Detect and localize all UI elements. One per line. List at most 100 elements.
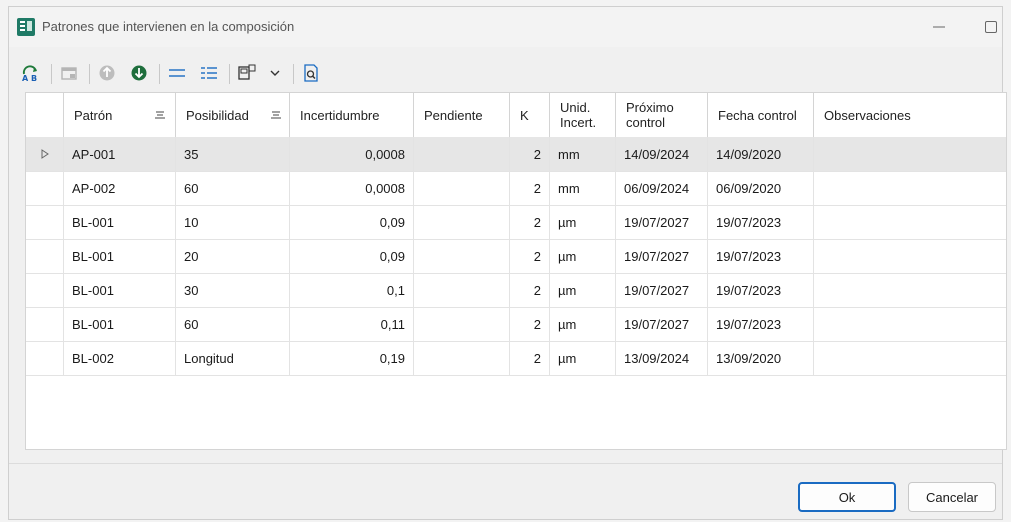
- cell-posibilidad[interactable]: 30: [176, 273, 290, 307]
- cell-incertidumbre[interactable]: 0,09: [290, 205, 414, 239]
- cell-fecha[interactable]: 19/07/2023: [708, 205, 814, 239]
- cell-k[interactable]: 2: [510, 171, 550, 205]
- cell-patron[interactable]: AP-001: [64, 137, 176, 171]
- column-header-posibilidad[interactable]: Posibilidad: [176, 93, 290, 137]
- cell-posibilidad[interactable]: 10: [176, 205, 290, 239]
- window-icon[interactable]: [57, 61, 81, 85]
- list-collapse-icon[interactable]: [165, 61, 189, 85]
- minimize-icon[interactable]: [929, 17, 949, 37]
- cell-proximo[interactable]: 19/07/2027: [616, 205, 708, 239]
- sort-icon[interactable]: [154, 108, 166, 120]
- cell-unid[interactable]: mm: [550, 137, 616, 171]
- row-indicator[interactable]: [26, 341, 64, 375]
- row-indicator[interactable]: [26, 137, 64, 171]
- column-header-pendiente[interactable]: Pendiente: [414, 93, 510, 137]
- cell-proximo[interactable]: 19/07/2027: [616, 239, 708, 273]
- column-header-unid-incert[interactable]: Unid. Incert.: [550, 93, 616, 137]
- cell-posibilidad[interactable]: 60: [176, 307, 290, 341]
- cancel-button[interactable]: Cancelar: [908, 482, 996, 512]
- table-row[interactable]: BL-001 30 0,1 2 µm 19/07/2027 19/07/2023: [26, 273, 1006, 308]
- cell-fecha[interactable]: 13/09/2020: [708, 341, 814, 375]
- cell-fecha[interactable]: 14/09/2020: [708, 137, 814, 171]
- cell-unid[interactable]: µm: [550, 341, 616, 375]
- cell-patron[interactable]: AP-002: [64, 171, 176, 205]
- cell-obs[interactable]: [814, 273, 1006, 307]
- cell-obs[interactable]: [814, 137, 1006, 171]
- cell-obs[interactable]: [814, 341, 1006, 375]
- cell-posibilidad[interactable]: Longitud: [176, 341, 290, 375]
- column-header-fecha-control[interactable]: Fecha control: [708, 93, 814, 137]
- dropdown-chevron-icon[interactable]: [263, 61, 287, 85]
- cell-pendiente[interactable]: [414, 239, 510, 273]
- cell-fecha[interactable]: 19/07/2023: [708, 307, 814, 341]
- cell-k[interactable]: 2: [510, 137, 550, 171]
- cell-patron[interactable]: BL-001: [64, 239, 176, 273]
- cell-incertidumbre[interactable]: 0,1: [290, 273, 414, 307]
- cell-k[interactable]: 2: [510, 239, 550, 273]
- cell-pendiente[interactable]: [414, 273, 510, 307]
- cell-proximo[interactable]: 19/07/2027: [616, 273, 708, 307]
- cell-unid[interactable]: µm: [550, 273, 616, 307]
- cell-unid[interactable]: mm: [550, 171, 616, 205]
- cell-k[interactable]: 2: [510, 341, 550, 375]
- cell-obs[interactable]: [814, 171, 1006, 205]
- text-format-icon[interactable]: A B: [19, 61, 43, 85]
- cell-obs[interactable]: [814, 205, 1006, 239]
- ok-button[interactable]: Ok: [798, 482, 896, 512]
- cell-patron[interactable]: BL-001: [64, 273, 176, 307]
- cell-posibilidad[interactable]: 60: [176, 171, 290, 205]
- cell-pendiente[interactable]: [414, 205, 510, 239]
- export-icon[interactable]: [235, 61, 259, 85]
- cell-incertidumbre[interactable]: 0,11: [290, 307, 414, 341]
- cell-pendiente[interactable]: [414, 137, 510, 171]
- table-row[interactable]: BL-002 Longitud 0,19 2 µm 13/09/2024 13/09/202…: [26, 341, 1006, 376]
- cell-patron[interactable]: BL-002: [64, 341, 176, 375]
- column-header-patron[interactable]: Patrón: [64, 93, 176, 137]
- cell-k[interactable]: 2: [510, 205, 550, 239]
- cell-patron[interactable]: BL-001: [64, 205, 176, 239]
- cell-obs[interactable]: [814, 239, 1006, 273]
- move-up-icon[interactable]: [95, 61, 119, 85]
- column-header-proximo-control[interactable]: Próximo control: [616, 93, 708, 137]
- move-down-icon[interactable]: [127, 61, 151, 85]
- preview-icon[interactable]: [299, 61, 323, 85]
- cell-incertidumbre[interactable]: 0,19: [290, 341, 414, 375]
- cell-obs[interactable]: [814, 307, 1006, 341]
- cell-proximo[interactable]: 06/09/2024: [616, 171, 708, 205]
- column-header-k[interactable]: K: [510, 93, 550, 137]
- list-expand-icon[interactable]: [197, 61, 221, 85]
- table-row[interactable]: AP-002 60 0,0008 2 mm 06/09/2024 06/09/2020: [26, 171, 1006, 206]
- row-indicator[interactable]: [26, 273, 64, 307]
- row-indicator[interactable]: [26, 307, 64, 341]
- cell-incertidumbre[interactable]: 0,09: [290, 239, 414, 273]
- table-row[interactable]: AP-001 35 0,0008 2 mm 14/09/2024 14/09/2020: [26, 137, 1006, 172]
- cell-incertidumbre[interactable]: 0,0008: [290, 137, 414, 171]
- cell-unid[interactable]: µm: [550, 239, 616, 273]
- cell-posibilidad[interactable]: 20: [176, 239, 290, 273]
- cell-fecha[interactable]: 06/09/2020: [708, 171, 814, 205]
- table-row[interactable]: BL-001 10 0,09 2 µm 19/07/2027 19/07/2023: [26, 205, 1006, 240]
- cell-posibilidad[interactable]: 35: [176, 137, 290, 171]
- column-header-incertidumbre[interactable]: Incertidumbre: [290, 93, 414, 137]
- cell-fecha[interactable]: 19/07/2023: [708, 273, 814, 307]
- cell-proximo[interactable]: 13/09/2024: [616, 341, 708, 375]
- maximize-icon[interactable]: [981, 17, 1001, 37]
- row-indicator[interactable]: [26, 171, 64, 205]
- cell-pendiente[interactable]: [414, 171, 510, 205]
- cell-unid[interactable]: µm: [550, 307, 616, 341]
- column-header-observaciones[interactable]: Observaciones: [814, 93, 1006, 137]
- cell-patron[interactable]: BL-001: [64, 307, 176, 341]
- cell-k[interactable]: 2: [510, 273, 550, 307]
- cell-incertidumbre[interactable]: 0,0008: [290, 171, 414, 205]
- cell-unid[interactable]: µm: [550, 205, 616, 239]
- row-indicator[interactable]: [26, 205, 64, 239]
- table-row[interactable]: BL-001 20 0,09 2 µm 19/07/2027 19/07/2023: [26, 239, 1006, 274]
- cell-pendiente[interactable]: [414, 307, 510, 341]
- cell-fecha[interactable]: 19/07/2023: [708, 239, 814, 273]
- table-row[interactable]: BL-001 60 0,11 2 µm 19/07/2027 19/07/2023: [26, 307, 1006, 342]
- cell-proximo[interactable]: 14/09/2024: [616, 137, 708, 171]
- cell-pendiente[interactable]: [414, 341, 510, 375]
- cell-proximo[interactable]: 19/07/2027: [616, 307, 708, 341]
- row-indicator[interactable]: [26, 239, 64, 273]
- cell-k[interactable]: 2: [510, 307, 550, 341]
